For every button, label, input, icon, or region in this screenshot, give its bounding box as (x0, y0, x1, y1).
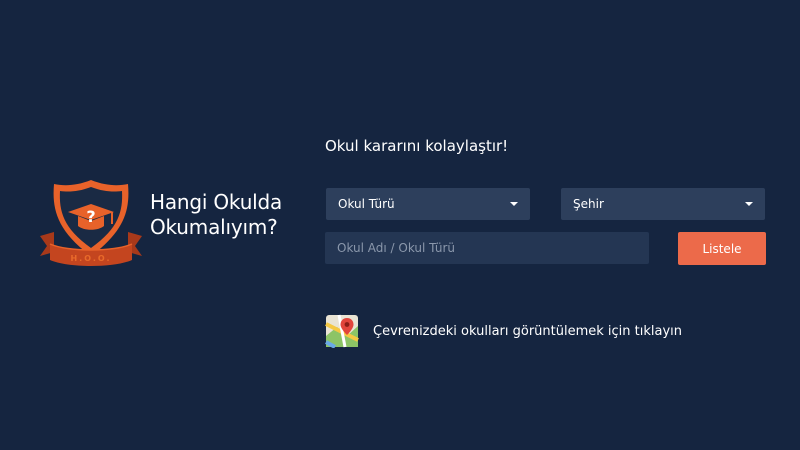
tagline: Okul kararını kolaylaştır! (325, 137, 509, 155)
nearby-schools-label: Çevrenizdeki okulları görüntülemek için … (373, 323, 683, 339)
chevron-down-icon (745, 202, 753, 206)
brand-logo[interactable]: ? H.O.O. Hangi Okulda Okumalıyım? (38, 178, 308, 274)
chevron-down-icon (510, 202, 518, 206)
map-icon (325, 314, 359, 348)
city-select-label: Şehir (573, 197, 604, 211)
school-type-select[interactable]: Okul Türü (326, 188, 530, 220)
list-button[interactable]: Listele (678, 232, 766, 265)
brand-title-line1: Hangi Okulda (150, 190, 283, 214)
emblem-question-mark: ? (86, 207, 95, 226)
school-type-select-label: Okul Türü (338, 197, 395, 211)
brand-title: Hangi Okulda Okumalıyım? (150, 190, 282, 240)
city-select[interactable]: Şehir (561, 188, 765, 220)
brand-title-line2: Okumalıyım? (150, 215, 278, 239)
landing-page: ? H.O.O. Hangi Okulda Okumalıyım? Okul k… (0, 0, 800, 450)
school-name-input[interactable] (325, 232, 649, 264)
nearby-schools-link[interactable]: Çevrenizdeki okulları görüntülemek için … (325, 314, 682, 348)
emblem-initials: H.O.O. (70, 254, 112, 263)
